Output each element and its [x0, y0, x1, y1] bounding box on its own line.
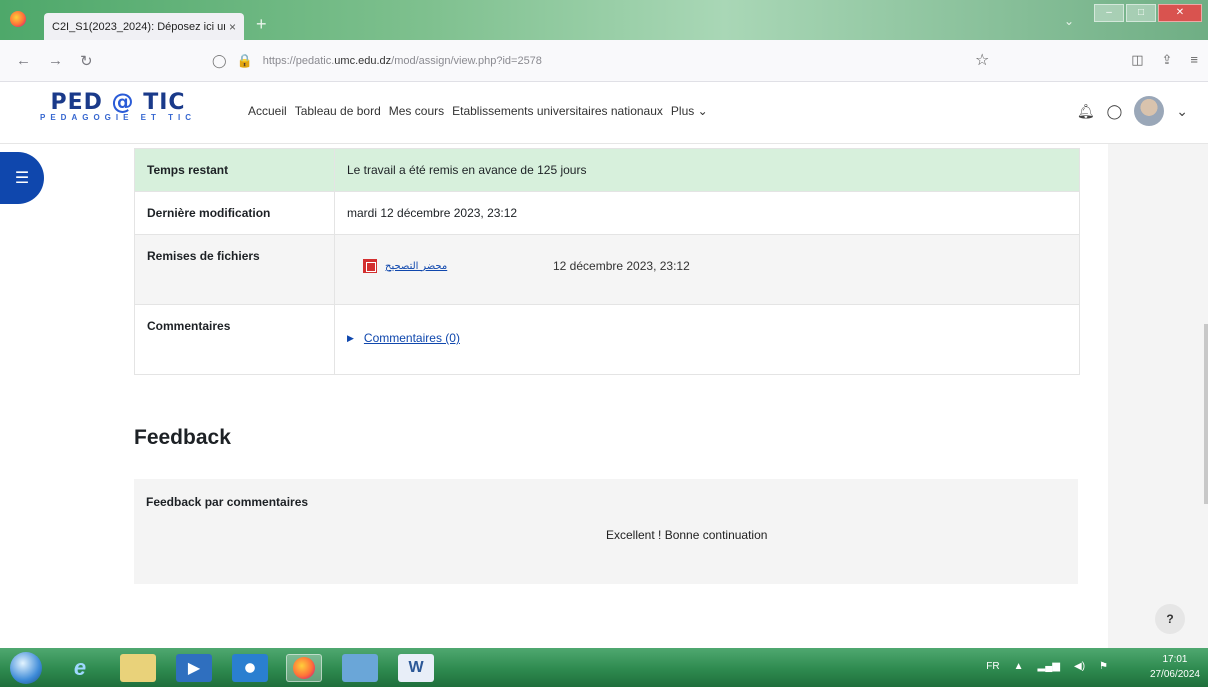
time-remaining-label: Temps restant — [134, 148, 335, 192]
comments-cell: ▶ Commentaires (0) — [334, 304, 1080, 375]
minimize-button[interactable]: – — [1094, 4, 1124, 22]
nav-mes-cours[interactable]: Mes cours — [389, 104, 444, 118]
page-scrollbar[interactable] — [1204, 324, 1208, 504]
last-modified-label: Dernière modification — [134, 191, 335, 235]
clock-time: 17:01 — [1162, 654, 1188, 665]
table-row: Temps restant Le travail a été remis en … — [134, 148, 1080, 192]
system-tray: FR ▲ ▂▄▆ ◀) ⚑ — [986, 661, 1108, 672]
feedback-comment-label: Feedback par commentaires — [146, 495, 309, 509]
list-tabs-icon[interactable]: ⌄ — [1064, 14, 1074, 28]
tab-title: C2I_S1(2023_2024): Déposez ici une — [52, 20, 225, 33]
file-date: 12 décembre 2023, 23:12 — [553, 259, 690, 273]
user-nav: 🔔︎ ◯ ⌄ — [1077, 96, 1188, 126]
feedback-box: Feedback par commentaires Excellent ! Bo… — [134, 479, 1078, 584]
list-icon: ☰ — [14, 170, 30, 187]
table-row: Remises de fichiers محضر التصحيح 12 déce… — [134, 234, 1080, 305]
table-row: Commentaires ▶ Commentaires (0) — [134, 304, 1080, 375]
address-bar[interactable]: ◯ 🔒 https://pedatic.umc.edu.dz/mod/assig… — [212, 49, 1024, 73]
media-player-icon[interactable]: ▶ — [176, 654, 212, 682]
chevron-down-icon: ⌄ — [697, 104, 708, 118]
firefox-taskbar-icon[interactable] — [286, 654, 322, 682]
file-link[interactable]: محضر التصحيح — [385, 261, 553, 272]
tray-expand-icon[interactable]: ▲ — [1014, 661, 1024, 672]
new-tab-button[interactable]: + — [256, 14, 267, 35]
messages-icon[interactable]: ◯ — [1107, 103, 1123, 120]
file-submissions-cell: محضر التصحيح 12 décembre 2023, 23:12 — [334, 234, 1080, 305]
start-button[interactable] — [10, 652, 42, 684]
firefox-icon — [10, 11, 26, 27]
user-menu-chevron-icon[interactable]: ⌄ — [1176, 103, 1188, 120]
time-remaining-value: Le travail a été remis en avance de 125 … — [334, 148, 1080, 192]
comments-toggle[interactable]: ▶ Commentaires (0) — [347, 331, 1067, 345]
pdf-file-icon — [363, 259, 377, 273]
back-icon[interactable]: ← — [16, 52, 31, 69]
site-navbar: PED @ TIC PEDAGOGIE ET TIC Accueil Table… — [0, 82, 1208, 144]
maximize-button[interactable]: □ — [1126, 4, 1156, 22]
logo-text: PED @ TIC — [50, 90, 186, 115]
nav-etablissements[interactable]: Etablissements universitaires nationaux — [452, 104, 663, 118]
volume-icon[interactable]: ◀) — [1074, 661, 1085, 672]
nav-plus[interactable]: Plus ⌄ — [671, 104, 708, 118]
site-logo[interactable]: PED @ TIC PEDAGOGIE ET TIC — [40, 90, 196, 122]
course-index-toggle[interactable]: ☰ — [0, 152, 44, 204]
file-submissions-label: Remises de fichiers — [134, 234, 335, 305]
clock-date: 27/06/2024 — [1149, 669, 1200, 680]
comments-label: Commentaires — [134, 304, 335, 375]
help-button[interactable]: ? — [1155, 604, 1185, 634]
lock-icon[interactable]: 🔒 — [237, 53, 253, 69]
comments-link[interactable]: Commentaires (0) — [364, 331, 460, 345]
extensions-icon[interactable]: ⇪ — [1162, 52, 1173, 68]
system-clock[interactable]: 17:01 27/06/2024 — [1150, 652, 1200, 682]
browser-toolbar: ← → ↻ ◯ 🔒 https://pedatic.umc.edu.dz/mod… — [0, 40, 1208, 82]
bookmark-star-icon[interactable]: ☆ — [975, 50, 989, 70]
close-window-button[interactable]: ✕ — [1158, 4, 1202, 22]
browser-tools: ◫ ⇪ ≡ — [1131, 52, 1198, 68]
table-row: Dernière modification mardi 12 décembre … — [134, 191, 1080, 235]
network-icon[interactable]: ▂▄▆ — [1038, 661, 1060, 672]
tracking-shield-icon[interactable]: ◯ — [212, 53, 227, 69]
file-entry: محضر التصحيح 12 décembre 2023, 23:12 — [347, 259, 1067, 273]
hamburger-menu-icon[interactable]: ≡ — [1190, 52, 1198, 68]
file-explorer-icon[interactable] — [120, 654, 156, 682]
right-gutter — [1108, 144, 1208, 648]
url-text: https://pedatic.umc.edu.dz/mod/assign/vi… — [262, 55, 542, 67]
browser-tab[interactable]: C2I_S1(2023_2024): Déposez ici une × — [44, 13, 244, 40]
word-icon[interactable]: W — [398, 654, 434, 682]
feedback-heading: Feedback — [134, 426, 231, 449]
action-center-flag-icon[interactable]: ⚑ — [1099, 661, 1108, 672]
remote-desktop-icon[interactable] — [342, 654, 378, 682]
tab-close-icon[interactable]: × — [229, 20, 236, 34]
page-content: ☰ Temps restant Le travail a été remis e… — [0, 144, 1208, 648]
internet-explorer-icon[interactable]: e — [62, 654, 98, 682]
forward-icon[interactable]: → — [48, 52, 63, 69]
chrome-like-icon[interactable] — [232, 654, 268, 682]
nav-accueil[interactable]: Accueil — [248, 104, 287, 118]
logo-subtitle: PEDAGOGIE ET TIC — [40, 113, 197, 122]
notification-bell-icon[interactable]: 🔔︎ — [1077, 103, 1095, 120]
window-controls: – □ ✕ — [1094, 4, 1202, 22]
primary-navigation: Accueil Tableau de bord Mes cours Etabli… — [248, 104, 708, 118]
user-avatar[interactable] — [1134, 96, 1165, 126]
feedback-comment-value: Excellent ! Bonne continuation — [606, 528, 768, 542]
nav-tableau-de-bord[interactable]: Tableau de bord — [295, 104, 381, 118]
browser-titlebar: C2I_S1(2023_2024): Déposez ici une × + ⌄… — [0, 0, 1208, 40]
reload-icon[interactable]: ↻ — [80, 52, 93, 70]
triangle-right-icon: ▶ — [347, 332, 354, 343]
language-indicator[interactable]: FR — [986, 661, 999, 672]
pocket-icon[interactable]: ◫ — [1131, 52, 1143, 68]
submission-status-table: Temps restant Le travail a été remis en … — [134, 148, 1080, 375]
os-taskbar: e ▶ W FR ▲ ▂▄▆ ◀) ⚑ 17:01 27/06/2024 — [0, 648, 1208, 687]
last-modified-value: mardi 12 décembre 2023, 23:12 — [334, 191, 1080, 235]
